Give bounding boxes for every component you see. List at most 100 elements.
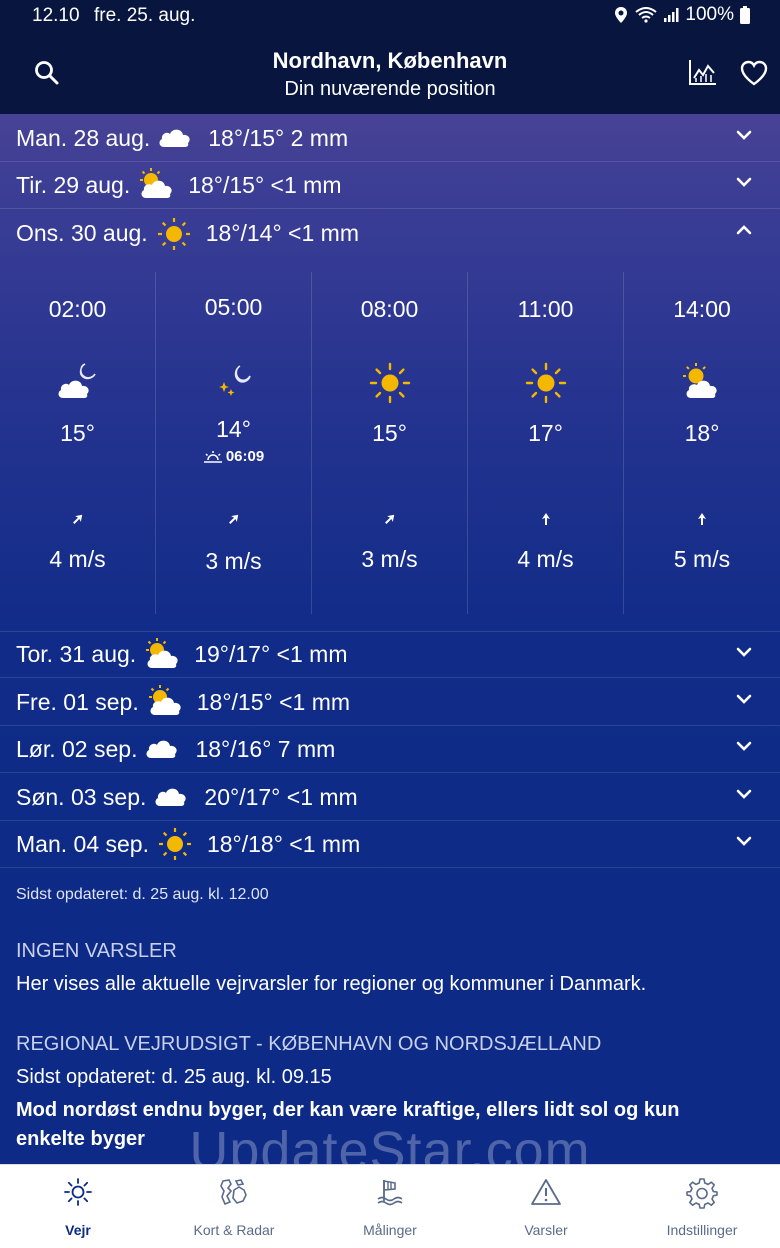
sunrise-time: 06:09 (225, 448, 265, 465)
hour-time: 11:00 (517, 296, 574, 322)
sun-icon (64, 1178, 92, 1206)
cloud-icon (147, 740, 178, 758)
hour-wind: 3 m/s (205, 548, 262, 574)
hour-wind: 3 m/s (361, 546, 418, 572)
nav-kort-radar[interactable]: Kort & Radar (156, 1165, 312, 1248)
sun-cloud-icon (683, 363, 717, 398)
warning-icon (531, 1179, 561, 1205)
hour-time: 08:00 (360, 296, 419, 322)
map-icon (220, 1179, 247, 1206)
hourly-column: 08:00 15° 3 m/s (312, 272, 468, 614)
nav-malinger[interactable]: Målinger (312, 1165, 468, 1248)
hour-temp: 18° (684, 420, 720, 446)
status-right: 100% (613, 4, 750, 26)
moon-cloud-icon (58, 363, 96, 398)
day-temps: 18°/16° 7 mm (195, 735, 336, 762)
hour-time: 05:00 (204, 294, 263, 320)
app-bar: Nordhavn, København Din nuværende positi… (0, 32, 780, 114)
chevron-down-icon[interactable] (736, 835, 752, 847)
location-subtitle: Din nuværende position (284, 78, 496, 100)
nav-indstillinger[interactable]: Indstillinger (624, 1165, 780, 1248)
location-title: Nordhavn, København (272, 48, 508, 73)
hourly-column: 05:00 14° 06:09 3 m/s (156, 272, 312, 614)
nav-varsler[interactable]: Varsler (468, 1165, 624, 1248)
bottom-navigation: Vejr Kort & Radar Målinger Varsler Indst… (0, 1164, 780, 1248)
day-label: Lør. 02 sep. (16, 735, 138, 762)
hour-time: 02:00 (48, 296, 107, 322)
hourly-forecast: 02:00 15° 4 m/s 05:00 14° 06:09 3 m/s 08… (0, 272, 780, 614)
wind-arrow-icon (541, 513, 550, 525)
chart-icon[interactable] (688, 58, 718, 86)
chevron-down-icon[interactable] (736, 788, 752, 800)
sun-icon (525, 362, 566, 404)
wind-arrow-icon (698, 513, 706, 525)
hour-wind: 4 m/s (49, 546, 106, 572)
day-row-lor-02[interactable]: Lør. 02 sep. 18°/16° 7 mm (0, 726, 780, 773)
hour-temp: 15° (60, 420, 95, 446)
signal-icon (664, 8, 679, 22)
last-updated: Sidst opdateret: d. 25 aug. kl. 12.00 (16, 886, 269, 903)
gear-icon (686, 1178, 718, 1209)
regional-updated: Sidst opdateret: d. 25 aug. kl. 09.15 (16, 1066, 332, 1088)
chevron-down-icon[interactable] (736, 740, 752, 752)
hourly-column: 14:00 18° 5 m/s (624, 272, 780, 614)
day-label: Fre. 01 sep. (16, 688, 139, 715)
battery-level: 100% (685, 4, 734, 25)
battery-icon (740, 6, 750, 24)
day-row-man-04[interactable]: Man. 04 sep. 18°/18° <1 mm (0, 821, 780, 868)
sun-icon (158, 828, 191, 860)
sun-cloud-icon (148, 685, 181, 715)
chevron-down-icon[interactable] (736, 693, 752, 705)
warnings-heading: INGEN VARSLER (16, 940, 177, 962)
sunrise-info: 06:09 (156, 448, 311, 465)
chevron-down-icon[interactable] (736, 129, 752, 141)
wind-arrow-icon (72, 514, 82, 524)
day-label: Tor. 31 aug. (16, 641, 137, 667)
hour-time: 14:00 (673, 296, 731, 322)
hour-temp: 15° (372, 420, 407, 446)
day-label: Man. 28 aug. (16, 124, 151, 151)
regional-forecast-line1: Mod nordøst endnu byger, der kan være kr… (16, 1099, 680, 1121)
nav-label: Målinger (363, 1222, 417, 1238)
status-date: fre. 25. aug. (94, 5, 196, 26)
status-bar: 12.10 fre. 25. aug. 100% (0, 0, 780, 32)
day-temps: 18°/18° <1 mm (206, 830, 361, 857)
nav-label: Indstillinger (666, 1222, 738, 1238)
day-temps: 20°/17° <1 mm (204, 783, 358, 810)
chevron-down-icon[interactable] (736, 646, 752, 658)
day-temps: 18°/14° <1 mm (205, 220, 359, 246)
hourly-column: 02:00 15° 4 m/s (0, 272, 156, 614)
location-icon (615, 7, 628, 23)
chevron-up-icon[interactable] (736, 224, 752, 236)
nav-label: Vejr (65, 1222, 91, 1238)
day-row-ons-30[interactable]: Ons. 30 aug. 18°/14° <1 mm (0, 210, 780, 257)
sun-icon (369, 362, 410, 404)
sun-cloud-icon (146, 637, 178, 668)
day-row-tir-29[interactable]: Tir. 29 aug. 18°/15° <1 mm (0, 162, 780, 209)
day-row-son-03[interactable]: Søn. 03 sep. 20°/17° <1 mm (0, 774, 780, 821)
favorite-heart-icon[interactable] (740, 60, 768, 86)
day-row-tor-31[interactable]: Tor. 31 aug. 19°/17° <1 mm (0, 631, 780, 678)
chevron-down-icon[interactable] (736, 176, 752, 188)
wind-arrow-icon (228, 514, 238, 524)
hour-temp: 17° (528, 420, 563, 446)
nav-label: Varsler (524, 1222, 568, 1238)
nav-vejr[interactable]: Vejr (0, 1165, 156, 1248)
day-row-man-28[interactable]: Man. 28 aug. 18°/15° 2 mm (0, 115, 780, 162)
hour-wind: 4 m/s (517, 546, 574, 572)
cloud-icon (155, 788, 187, 806)
sun-icon (157, 217, 190, 250)
measurement-icon (377, 1180, 403, 1206)
day-label: Søn. 03 sep. (16, 783, 147, 810)
day-temps: 18°/15° <1 mm (196, 688, 351, 715)
cloud-icon (159, 129, 190, 147)
day-row-fre-01[interactable]: Fre. 01 sep. 18°/15° <1 mm (0, 679, 780, 726)
sunrise-icon (203, 450, 222, 463)
moon-stars-icon (218, 365, 251, 396)
sun-cloud-icon (140, 168, 172, 198)
warnings-text: Her vises alle aktuelle vejrvarsler for … (16, 973, 647, 995)
regional-heading: REGIONAL VEJRUDSIGT - KØBENHAVN OG NORDS… (16, 1033, 602, 1055)
hourly-column: 11:00 17° 4 m/s (468, 272, 624, 614)
day-label: Tir. 29 aug. (16, 171, 131, 198)
hour-temp: 14° (216, 416, 251, 442)
